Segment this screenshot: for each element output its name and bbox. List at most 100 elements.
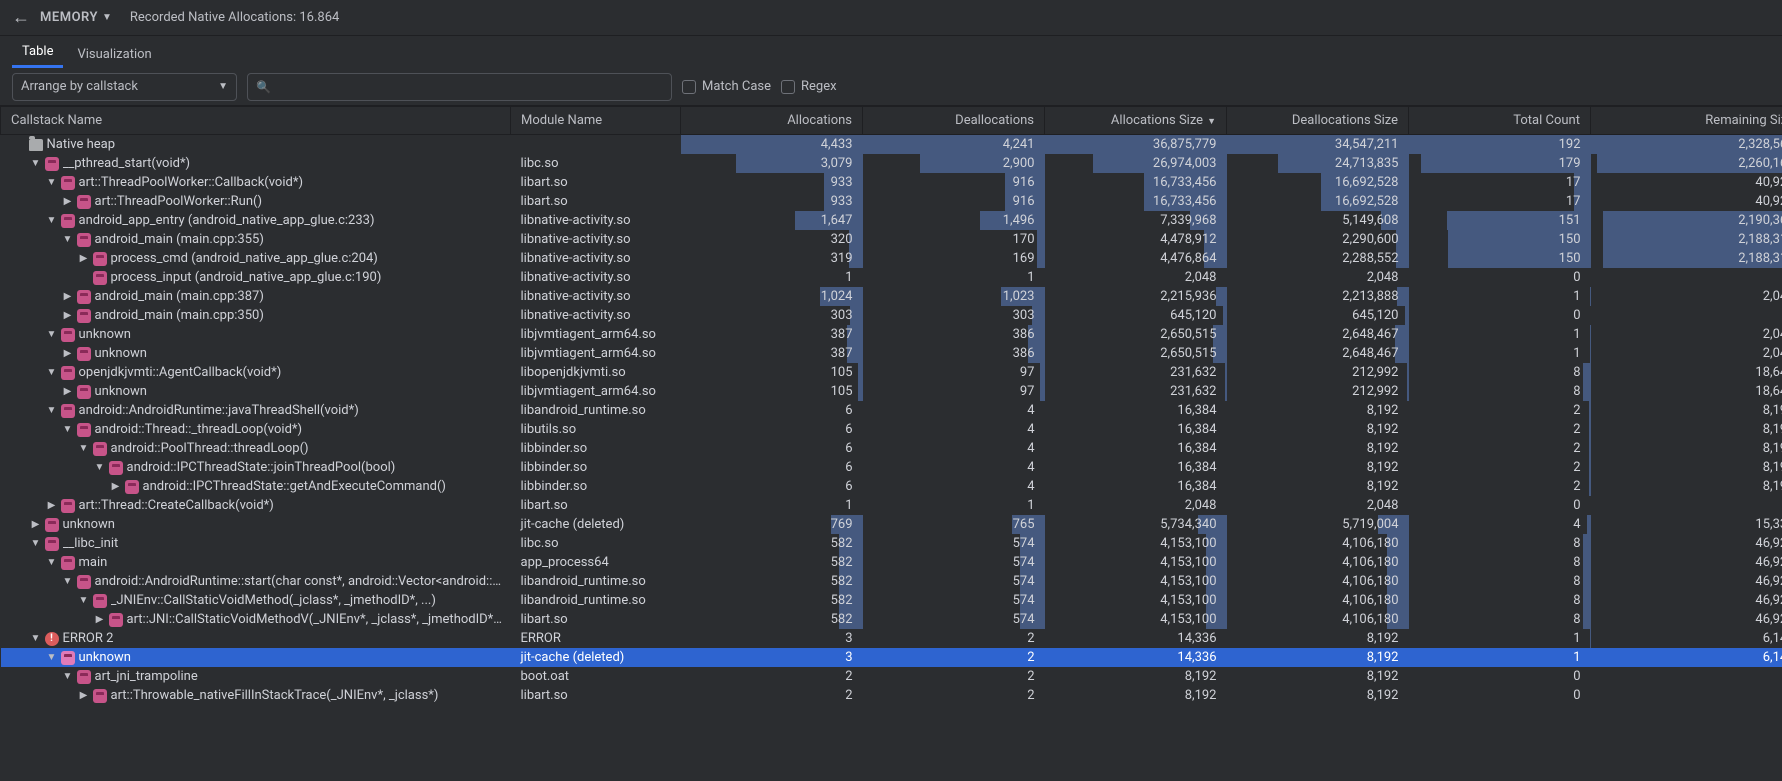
cell-alloc_size: 4,153,100	[1160, 591, 1216, 610]
table-row[interactable]: ▼art::ThreadPoolWorker::Callback(void*)l…	[1, 173, 1782, 192]
table-row[interactable]: ▼mainapp_process645825744,153,1004,106,1…	[1, 553, 1782, 572]
expand-icon[interactable]: ▶	[61, 348, 75, 359]
collapse-icon[interactable]: ▼	[45, 557, 59, 568]
search-box[interactable]: 🔍	[247, 73, 672, 101]
table-row[interactable]: ▼unknownlibjvmtiagent_arm64.so3873862,65…	[1, 325, 1782, 344]
table-row[interactable]: ▼__pthread_start(void*)libc.so3,0792,900…	[1, 154, 1782, 173]
collapse-icon[interactable]: ▼	[61, 424, 75, 435]
module-name: libnative-activity.so	[511, 230, 681, 249]
expand-icon[interactable]: ▶	[61, 310, 75, 321]
cell-dealloc_size: 4,106,180	[1342, 610, 1398, 629]
table-container[interactable]: Callstack NameModule NameAllocationsDeal…	[0, 106, 1782, 781]
collapse-icon[interactable]: ▼	[29, 538, 43, 549]
table-row[interactable]: ▼android_main (main.cpp:355)libnative-ac…	[1, 230, 1782, 249]
table-row[interactable]: ▼android::AndroidRuntime::javaThreadShel…	[1, 401, 1782, 420]
callstack-name: android::PoolThread::threadLoop()	[111, 441, 309, 456]
expand-icon[interactable]: ▶	[93, 614, 107, 625]
expand-icon[interactable]: ▶	[77, 690, 91, 701]
cell-remain: 2,188,312	[1738, 249, 1782, 268]
checkbox-icon	[682, 80, 696, 94]
table-row[interactable]: ▼__libc_initlibc.so5825744,153,1004,106,…	[1, 534, 1782, 553]
expand-icon[interactable]: ▶	[29, 519, 43, 530]
table-row[interactable]: ▶art::JNI::CallStaticVoidMethodV(_JNIEnv…	[1, 610, 1782, 629]
collapse-icon[interactable]: ▼	[77, 595, 91, 606]
table-row[interactable]: ▼ERROR 2ERROR3214,3368,19216,144	[1, 629, 1782, 648]
arrange-dropdown[interactable]: Arrange by callstack ▼	[12, 73, 237, 101]
table-row[interactable]: ▶unknownjit-cache (deleted)7697655,734,3…	[1, 515, 1782, 534]
table-row[interactable]: ▶art::Throwable_nativeFillInStackTrace(_…	[1, 686, 1782, 705]
chevron-down-icon[interactable]: ▼	[102, 12, 112, 23]
collapse-icon[interactable]: ▼	[93, 462, 107, 473]
cell-alloc: 2	[845, 667, 852, 686]
col-header-module[interactable]: Module Name	[511, 107, 681, 135]
module-name: libjvmtiagent_arm64.so	[511, 344, 681, 363]
collapse-icon[interactable]: ▼	[61, 671, 75, 682]
cell-dealloc_size: 8,192	[1367, 458, 1399, 477]
table-row[interactable]: ▶unknownlibjvmtiagent_arm64.so3873862,65…	[1, 344, 1782, 363]
table-row[interactable]: ▼android_app_entry (android_native_app_g…	[1, 211, 1782, 230]
collapse-icon[interactable]: ▼	[61, 576, 75, 587]
expand-icon[interactable]: ▶	[77, 253, 91, 264]
cell-alloc_size: 5,734,340	[1160, 515, 1216, 534]
table-row[interactable]: ▼android::IPCThreadState::joinThreadPool…	[1, 458, 1782, 477]
table-row[interactable]: ▶android::IPCThreadState::getAndExecuteC…	[1, 477, 1782, 496]
cell-alloc: 6	[845, 477, 852, 496]
cell-alloc: 387	[831, 344, 853, 363]
table-row[interactable]: ▼android::AndroidRuntime::start(char con…	[1, 572, 1782, 591]
collapse-icon[interactable]: ▼	[29, 633, 43, 644]
table-row[interactable]: ▶android_main (main.cpp:387)libnative-ac…	[1, 287, 1782, 306]
bar-fill	[1583, 534, 1591, 553]
col-header-dealloc_size[interactable]: Deallocations Size	[1227, 107, 1409, 135]
collapse-icon[interactable]: ▼	[45, 652, 59, 663]
collapse-icon[interactable]: ▼	[45, 329, 59, 340]
search-input[interactable]	[277, 79, 663, 94]
expand-icon[interactable]: ▶	[61, 291, 75, 302]
table-row[interactable]: Native heap4,4334,24136,875,77934,547,21…	[1, 135, 1782, 155]
collapse-icon[interactable]: ▼	[29, 158, 43, 169]
table-row[interactable]: ▶art::ThreadPoolWorker::Run()libart.so93…	[1, 192, 1782, 211]
cell-dealloc: 765	[1013, 515, 1035, 534]
callstack-name: android_main (main.cpp:350)	[95, 308, 264, 323]
col-header-remain[interactable]: Remaining Size	[1591, 107, 1782, 135]
cell-alloc_size: 8,192	[1185, 686, 1217, 705]
table-row[interactable]: ▶process_cmd (android_native_app_glue.c:…	[1, 249, 1782, 268]
regex-checkbox[interactable]: Regex	[781, 79, 837, 94]
collapse-icon[interactable]: ▼	[45, 177, 59, 188]
table-row[interactable]: ▼android::PoolThread::threadLoop()libbin…	[1, 439, 1782, 458]
col-header-name[interactable]: Callstack Name	[1, 107, 511, 135]
collapse-icon[interactable]: ▼	[61, 234, 75, 245]
collapse-icon[interactable]: ▼	[45, 405, 59, 416]
heap-icon	[77, 347, 91, 361]
match-case-checkbox[interactable]: Match Case	[682, 79, 771, 94]
col-header-alloc[interactable]: Allocations	[681, 107, 863, 135]
col-header-total[interactable]: Total Count	[1409, 107, 1591, 135]
table-row[interactable]: ▼art_jni_trampolineboot.oat228,1928,1920…	[1, 667, 1782, 686]
expand-icon[interactable]: ▶	[109, 481, 123, 492]
table-row[interactable]: process_input (android_native_app_glue.c…	[1, 268, 1782, 287]
back-arrow-icon[interactable]: ←	[12, 7, 30, 28]
expand-icon[interactable]: ▶	[45, 500, 59, 511]
cell-remain: 8,192	[1763, 420, 1782, 439]
cell-dealloc_size: 8,192	[1367, 686, 1399, 705]
table-row[interactable]: ▼_JNIEnv::CallStaticVoidMethod(_jclass*,…	[1, 591, 1782, 610]
expand-icon[interactable]: ▶	[61, 386, 75, 397]
collapse-icon[interactable]: ▼	[77, 443, 91, 454]
collapse-icon[interactable]: ▼	[45, 367, 59, 378]
expand-icon[interactable]: ▶	[61, 196, 75, 207]
table-row[interactable]: ▼android::Thread::_threadLoop(void*)libu…	[1, 420, 1782, 439]
table-row[interactable]: ▶art::Thread::CreateCallback(void*)libar…	[1, 496, 1782, 515]
cell-dealloc_size: 34,547,211	[1335, 135, 1399, 154]
callstack-name: art::ThreadPoolWorker::Run()	[95, 194, 263, 209]
table-row[interactable]: ▼unknownjit-cache (deleted)3214,3368,192…	[1, 648, 1782, 667]
collapse-icon[interactable]: ▼	[45, 215, 59, 226]
module-name: libjvmtiagent_arm64.so	[511, 325, 681, 344]
tab-visualization[interactable]: Visualization	[67, 41, 161, 68]
table-row[interactable]: ▶android_main (main.cpp:350)libnative-ac…	[1, 306, 1782, 325]
table-row[interactable]: ▼openjdkjvmti::AgentCallback(void*)libop…	[1, 363, 1782, 382]
table-row[interactable]: ▶unknownlibjvmtiagent_arm64.so10597231,6…	[1, 382, 1782, 401]
cell-dealloc: 97	[1020, 382, 1035, 401]
tab-table[interactable]: Table	[12, 38, 63, 68]
col-header-dealloc[interactable]: Deallocations	[863, 107, 1045, 135]
col-header-alloc_size[interactable]: Allocations Size▼	[1045, 107, 1227, 135]
heap-icon	[77, 670, 91, 684]
